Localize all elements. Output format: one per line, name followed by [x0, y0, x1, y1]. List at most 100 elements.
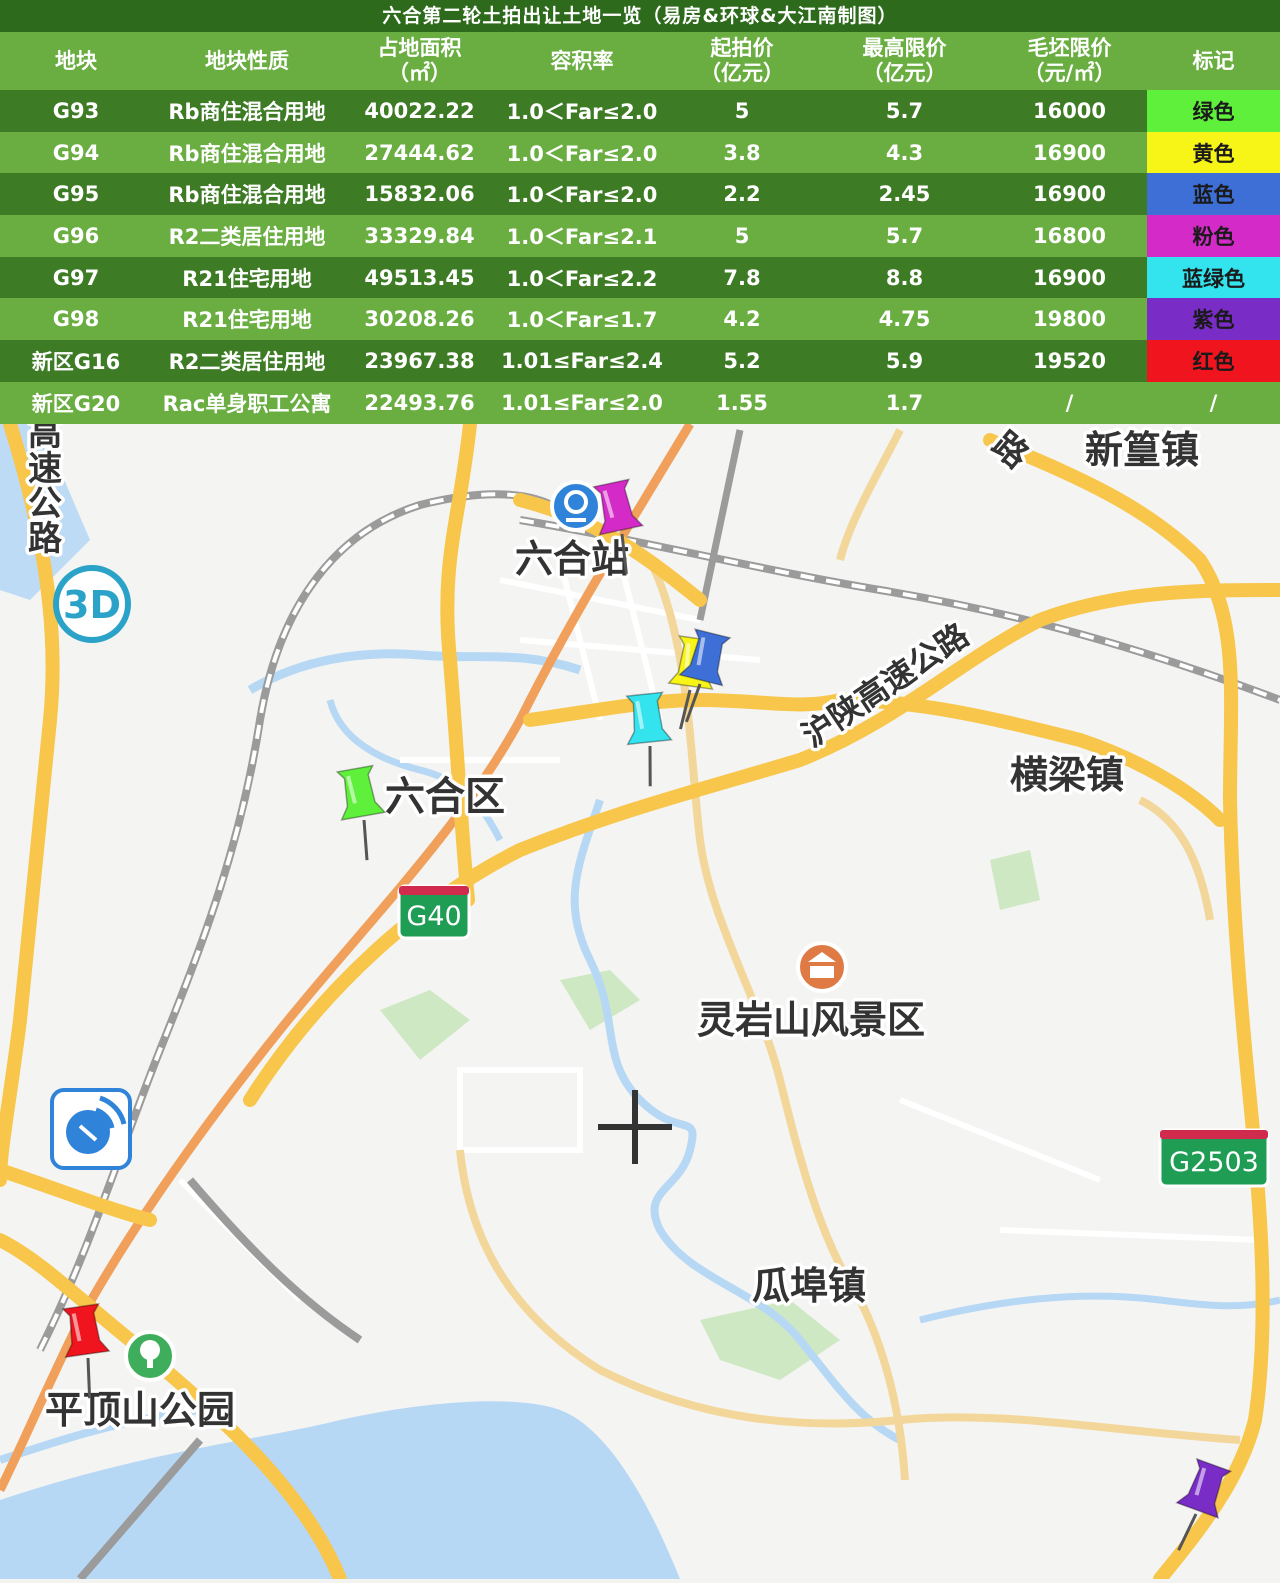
g40-label: G40 [406, 901, 461, 932]
cell-type: Rb商住混合用地 [152, 131, 342, 174]
label-expressway-char-2: 速 [28, 449, 62, 489]
cell-far: 1.0＜Far≤1.7 [497, 298, 667, 341]
cell-start: 7.8 [667, 256, 817, 299]
column-header-label: 地块性质 [205, 48, 289, 73]
cell-start: 5 [667, 90, 817, 132]
map-view[interactable]: 新篁镇 六合站 六合区 横梁镇 灵岩山风景区 瓜埠镇 平顶山公园 沪陕高速公路 … [0, 411, 1280, 1583]
column-header-unit: （亿元） [700, 61, 784, 85]
column-header: 起拍价 （亿元） [667, 32, 817, 90]
cell-id: G95 [0, 173, 152, 216]
cell-limit: 16900 [992, 256, 1147, 299]
column-header-label: 毛坯限价 [1027, 36, 1112, 60]
cell-far: 1.01≤Far≤2.0 [497, 381, 667, 424]
3d-view-button[interactable]: 3D [53, 565, 131, 643]
cell-limit: 16900 [992, 131, 1147, 174]
table-row: G94 Rb商住混合用地 27444.62 1.0＜Far≤2.0 3.8 4.3 1690… [0, 131, 1280, 174]
cell-limit: 19800 [992, 298, 1147, 341]
cell-far: 1.0＜Far≤2.0 [497, 173, 667, 216]
cell-id: G94 [0, 131, 152, 174]
column-header-unit: （元/㎡） [1023, 61, 1116, 85]
rail-station-icon[interactable] [550, 480, 602, 532]
3d-label: 3D [63, 583, 121, 627]
table-row: 新区G16 R2二类居住用地 23967.38 1.01≤Far≤2.4 5.2 5.9 1… [0, 340, 1280, 382]
label-guabu: 瓜埠镇 [752, 1264, 866, 1308]
cell-max: 4.75 [817, 298, 992, 341]
park-icon[interactable] [124, 1330, 176, 1382]
cell-area: 33329.84 [342, 215, 497, 257]
cell-id: G98 [0, 298, 152, 341]
cell-start: 5.2 [667, 340, 817, 382]
cell-max: 5.7 [817, 90, 992, 132]
column-header-label: 地块 [55, 48, 97, 73]
cell-far: 1.0＜Far≤2.0 [497, 90, 667, 132]
cell-start: 1.55 [667, 381, 817, 424]
column-header: 地块 [0, 32, 152, 90]
cell-type: R2二类居住用地 [152, 340, 342, 382]
column-header-unit: （㎡） [388, 61, 451, 85]
label-luhe-station: 六合站 [515, 537, 629, 581]
table-row: G98 R21住宅用地 30208.26 1.0＜Far≤1.7 4.2 4.75 1980… [0, 298, 1280, 341]
label-lingyan: 灵岩山风景区 [697, 998, 925, 1042]
cell-area: 27444.62 [342, 131, 497, 174]
cell-area: 23967.38 [342, 340, 497, 382]
cell-limit: 19520 [992, 340, 1147, 382]
column-header: 毛坯限价 （元/㎡） [992, 32, 1147, 90]
label-expressway-char-3: 公 [28, 484, 62, 524]
label-pingdingshan: 平顶山公园 [45, 1388, 235, 1432]
table-row: G96 R2二类居住用地 33329.84 1.0＜Far≤2.1 5 5.7 16800 粉… [0, 215, 1280, 257]
table-header-row: 地块 地块性质 占地面积 （㎡） 容积率 起拍价 （亿元） 最高限价 （亿元） 毛坯限价 （元/㎡）… [0, 32, 1280, 90]
cell-limit: / [992, 381, 1147, 424]
cell-area: 30208.26 [342, 298, 497, 341]
column-header: 占地面积 （㎡） [342, 32, 497, 90]
column-header-label: 标记 [1192, 48, 1235, 73]
cell-id: 新区G20 [0, 381, 152, 424]
g2503-label: G2503 [1169, 1147, 1259, 1178]
g40-shield: G40 [397, 884, 471, 940]
column-header: 最高限价 （亿元） [817, 32, 992, 90]
cell-start: 3.8 [667, 131, 817, 174]
land-table: 地块 地块性质 占地面积 （㎡） 容积率 起拍价 （亿元） 最高限价 （亿元） 毛坯限价 （元/㎡）… [0, 32, 1280, 424]
table-row: G95 Rb商住混合用地 15832.06 1.0＜Far≤2.0 2.2 2.45 169… [0, 173, 1280, 216]
cell-area: 49513.45 [342, 256, 497, 299]
label-expressway-char-4: 路 [28, 519, 63, 559]
cell-start: 4.2 [667, 298, 817, 341]
cell-type: Rb商住混合用地 [152, 173, 342, 216]
cell-type: R21住宅用地 [152, 256, 342, 299]
cell-limit: 16900 [992, 173, 1147, 216]
cell-type: R2二类居住用地 [152, 215, 342, 257]
cell-max: 8.8 [817, 256, 992, 299]
cell-type: R21住宅用地 [152, 298, 342, 341]
cell-mark: 绿色 [1147, 90, 1280, 132]
cell-mark: 粉色 [1147, 215, 1280, 257]
column-header: 标记 [1147, 32, 1280, 90]
location-button[interactable] [50, 1088, 132, 1170]
cell-max: 4.3 [817, 131, 992, 174]
cell-mark: / [1147, 381, 1280, 424]
cell-far: 1.0＜Far≤2.0 [497, 131, 667, 174]
cell-area: 40022.22 [342, 90, 497, 132]
cell-start: 2.2 [667, 173, 817, 216]
scenic-area-icon[interactable] [796, 941, 848, 993]
g2503-shield: G2503 [1158, 1128, 1270, 1188]
cell-max: 2.45 [817, 173, 992, 216]
land-table-panel: 六合第二轮土拍出让土地一览（易房&环球&大江南制图） 地块 地块性质 占地面积 （㎡）… [0, 0, 1280, 424]
label-hengliang: 横梁镇 [1010, 753, 1124, 797]
column-header-label: 占地面积 [377, 36, 462, 60]
cell-type: Rac单身职工公寓 [152, 381, 342, 424]
table-title: 六合第二轮土拍出让土地一览（易房&环球&大江南制图） [0, 0, 1280, 32]
cell-mark: 蓝绿色 [1147, 256, 1280, 299]
cell-max: 5.9 [817, 340, 992, 382]
cell-id: G97 [0, 256, 152, 299]
cell-mark: 红色 [1147, 340, 1280, 382]
cell-mark: 蓝色 [1147, 173, 1280, 216]
cell-id: G93 [0, 90, 152, 132]
cell-far: 1.0＜Far≤2.2 [497, 256, 667, 299]
label-luhe-district: 六合区 [385, 774, 505, 820]
column-header-label: 最高限价 [862, 36, 947, 60]
map-canvas[interactable]: 新篁镇 六合站 六合区 横梁镇 灵岩山风景区 瓜埠镇 平顶山公园 沪陕高速公路 … [0, 411, 1280, 1583]
cell-type: Rb商住混合用地 [152, 90, 342, 132]
cell-start: 5 [667, 215, 817, 257]
table-row: 新区G20 Rac单身职工公寓 22493.76 1.01≤Far≤2.0 1.55 1.… [0, 381, 1280, 424]
cell-max: 5.7 [817, 215, 992, 257]
cell-max: 1.7 [817, 381, 992, 424]
